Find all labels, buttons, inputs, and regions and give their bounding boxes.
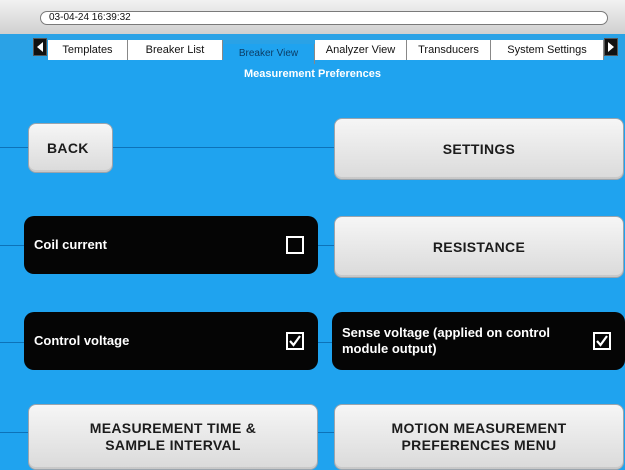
- control-voltage-toggle[interactable]: Control voltage: [24, 312, 318, 370]
- scroll-right-arrow-icon[interactable]: [604, 38, 618, 56]
- control-voltage-label: Control voltage: [34, 333, 130, 348]
- measurement-time-button[interactable]: MEASUREMENT TIME & SAMPLE INTERVAL: [28, 404, 318, 470]
- sense-voltage-toggle[interactable]: Sense voltage (applied on control module…: [332, 312, 625, 370]
- datetime-display: 03-04-24 16:39:32: [40, 11, 608, 25]
- tab-templates[interactable]: Templates: [48, 40, 128, 60]
- back-button[interactable]: BACK: [28, 123, 113, 173]
- tab-system-settings[interactable]: System Settings: [491, 40, 604, 60]
- connector-line: [318, 432, 334, 433]
- checkbox-checked-icon[interactable]: [593, 332, 611, 350]
- sense-voltage-label: Sense voltage (applied on control module…: [342, 325, 551, 356]
- tab-analyzer-view[interactable]: Analyzer View: [315, 40, 407, 60]
- checkbox-checked-icon[interactable]: [286, 332, 304, 350]
- connector-line: [112, 147, 334, 148]
- motion-measurement-menu-button[interactable]: MOTION MEASUREMENT PREFERENCES MENU: [334, 404, 624, 470]
- settings-button[interactable]: SETTINGS: [334, 118, 624, 180]
- connector-line: [0, 432, 30, 433]
- page-title: Measurement Preferences: [244, 68, 381, 80]
- tab-breaker-list[interactable]: Breaker List: [128, 40, 223, 60]
- resistance-button[interactable]: RESISTANCE: [334, 216, 624, 278]
- connector-line: [0, 147, 30, 148]
- checkbox-icon[interactable]: [286, 236, 304, 254]
- status-bar: 03-04-24 16:39:32: [0, 0, 625, 34]
- scroll-left-arrow-icon[interactable]: [33, 38, 47, 56]
- coil-current-toggle[interactable]: Coil current: [24, 216, 318, 274]
- connector-line: [318, 245, 334, 246]
- coil-current-label: Coil current: [34, 237, 107, 252]
- tab-transducers[interactable]: Transducers: [407, 40, 491, 60]
- tab-breaker-view[interactable]: Breaker View: [223, 44, 315, 64]
